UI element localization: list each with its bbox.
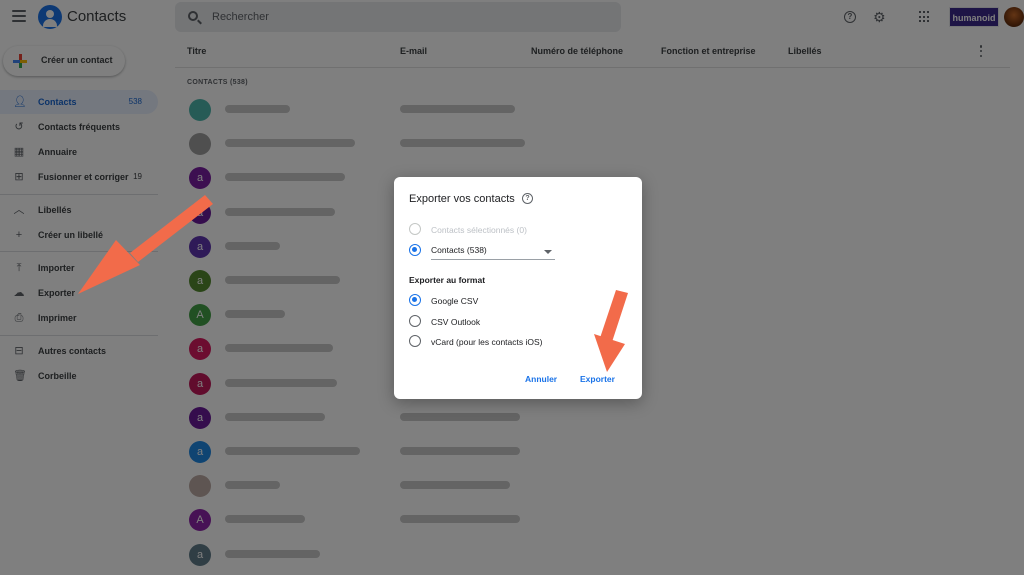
chevron-down-icon[interactable] bbox=[544, 250, 552, 254]
format-csv-outlook-label[interactable]: CSV Outlook bbox=[431, 317, 480, 327]
radio-selected-contacts bbox=[409, 223, 421, 235]
select-underline bbox=[431, 259, 555, 260]
format-google-csv-label[interactable]: Google CSV bbox=[431, 296, 478, 306]
dialog-title: Exporter vos contacts bbox=[409, 193, 515, 205]
cancel-button[interactable]: Annuler bbox=[525, 374, 557, 384]
export-dialog: Exporter vos contacts ? Contacts sélecti… bbox=[394, 177, 642, 399]
help-icon[interactable]: ? bbox=[522, 193, 533, 204]
radio-vcard[interactable] bbox=[409, 335, 421, 347]
option-selected-contacts-label: Contacts sélectionnés (0) bbox=[431, 225, 527, 235]
export-button[interactable]: Exporter bbox=[580, 374, 615, 384]
format-vcard-label[interactable]: vCard (pour les contacts iOS) bbox=[431, 337, 542, 347]
format-heading: Exporter au format bbox=[409, 275, 486, 285]
radio-csv-outlook[interactable] bbox=[409, 315, 421, 327]
radio-all-contacts[interactable] bbox=[409, 244, 421, 256]
radio-google-csv[interactable] bbox=[409, 294, 421, 306]
contacts-select[interactable]: Contacts (538) bbox=[431, 245, 487, 255]
